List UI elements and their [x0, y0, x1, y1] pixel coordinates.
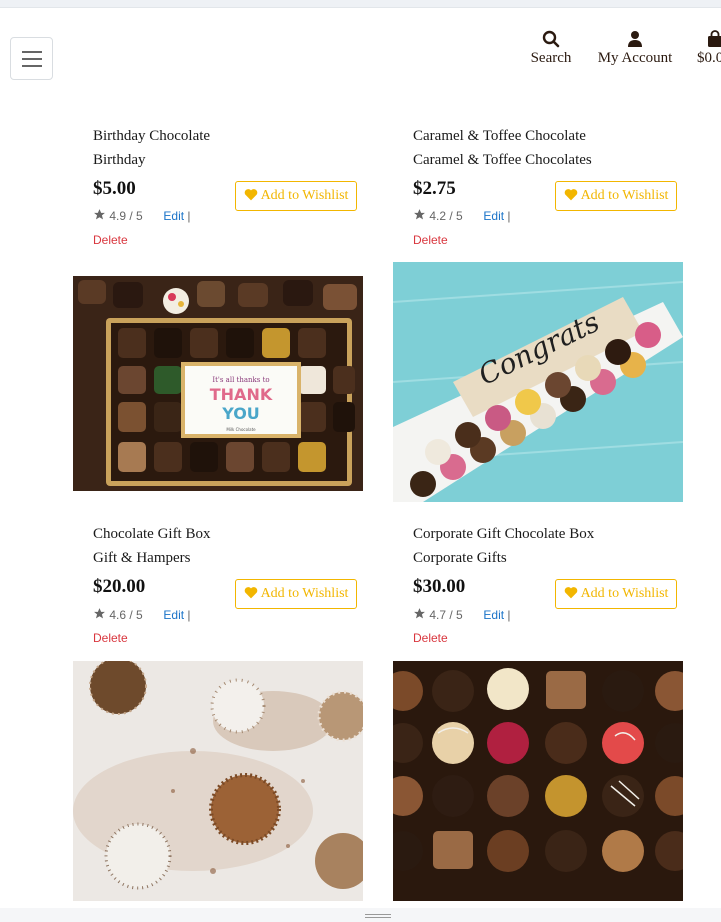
- product-rating: 4.7 / 5 Edit |: [413, 607, 511, 622]
- star-icon: [94, 608, 105, 619]
- separator: |: [507, 608, 511, 622]
- rating-value: 4.6 / 5: [109, 608, 143, 622]
- drag-handle[interactable]: [365, 914, 391, 915]
- delete-link[interactable]: Delete: [93, 233, 128, 247]
- wishlist-label: Add to Wishlist: [260, 188, 349, 203]
- product-price: $5.00: [93, 178, 136, 199]
- add-to-wishlist-button[interactable]: Add to Wishlist: [555, 579, 677, 609]
- product-image-assorted-chocolates[interactable]: [393, 661, 683, 901]
- card-you-text: YOU: [221, 404, 260, 423]
- card-small-text: Milk Chocolate: [226, 427, 256, 432]
- menu-icon: [22, 51, 42, 53]
- heart-icon: [564, 189, 577, 201]
- product-name[interactable]: Corporate Gift Chocolate Box: [413, 526, 594, 543]
- wishlist-label: Add to Wishlist: [260, 586, 349, 601]
- user-icon: [628, 31, 642, 47]
- cart-nav[interactable]: $0.0: [697, 30, 721, 80]
- product-price: $20.00: [93, 576, 146, 597]
- heart-icon: [244, 189, 257, 201]
- product-name[interactable]: Chocolate Gift Box: [93, 526, 210, 543]
- product-rating: 4.9 / 5 Edit |: [93, 208, 191, 223]
- cart-total: $0.0: [697, 50, 721, 66]
- separator: |: [187, 608, 191, 622]
- my-account-nav[interactable]: My Account: [593, 30, 677, 80]
- delete-link[interactable]: Delete: [413, 631, 448, 645]
- menu-toggle-button[interactable]: [10, 37, 53, 80]
- my-account-label: My Account: [597, 50, 673, 66]
- product-category: Birthday: [93, 152, 146, 168]
- card-thank-text: THANK: [210, 385, 273, 404]
- rating-value: 4.7 / 5: [429, 608, 463, 622]
- product-price: $30.00: [413, 576, 466, 597]
- bottom-bar: [0, 908, 721, 922]
- product-category: Corporate Gifts: [413, 550, 507, 566]
- separator: |: [507, 209, 511, 223]
- add-to-wishlist-button[interactable]: Add to Wishlist: [235, 579, 357, 609]
- heart-icon: [244, 587, 257, 599]
- top-bar: [0, 0, 721, 8]
- cart-icon: [708, 30, 721, 47]
- separator: |: [187, 209, 191, 223]
- delete-link[interactable]: Delete: [413, 233, 448, 247]
- edit-link[interactable]: Edit: [163, 608, 184, 622]
- add-to-wishlist-button[interactable]: Add to Wishlist: [235, 181, 357, 211]
- product-rating: 4.2 / 5 Edit |: [413, 208, 511, 223]
- heart-icon: [564, 587, 577, 599]
- product-image-chocolate-gift-box[interactable]: It's all thanks to THANK YOU Milk Chocol…: [73, 276, 363, 491]
- add-to-wishlist-button[interactable]: Add to Wishlist: [555, 181, 677, 211]
- product-category: Caramel & Toffee Chocolates: [413, 152, 592, 168]
- wishlist-label: Add to Wishlist: [580, 586, 669, 601]
- edit-link[interactable]: Edit: [163, 209, 184, 223]
- product-rating: 4.6 / 5 Edit |: [93, 607, 191, 622]
- edit-link[interactable]: Edit: [483, 209, 504, 223]
- rating-value: 4.9 / 5: [109, 209, 143, 223]
- product-name[interactable]: Birthday Chocolate: [93, 128, 210, 145]
- search-nav[interactable]: Search: [527, 30, 575, 80]
- product-name[interactable]: Caramel & Toffee Chocolate: [413, 128, 586, 145]
- star-icon: [414, 608, 425, 619]
- star-icon: [94, 209, 105, 220]
- product-category: Gift & Hampers: [93, 550, 191, 566]
- wishlist-label: Add to Wishlist: [580, 188, 669, 203]
- product-image-truffles[interactable]: [73, 661, 363, 901]
- edit-link[interactable]: Edit: [483, 608, 504, 622]
- product-price: $2.75: [413, 178, 456, 199]
- card-script-text: It's all thanks to: [212, 376, 269, 384]
- product-image-corporate-gift-box[interactable]: Congrats: [393, 262, 683, 502]
- rating-value: 4.2 / 5: [429, 209, 463, 223]
- delete-link[interactable]: Delete: [93, 631, 128, 645]
- search-icon: [542, 30, 560, 48]
- star-icon: [414, 209, 425, 220]
- search-label: Search: [530, 50, 572, 66]
